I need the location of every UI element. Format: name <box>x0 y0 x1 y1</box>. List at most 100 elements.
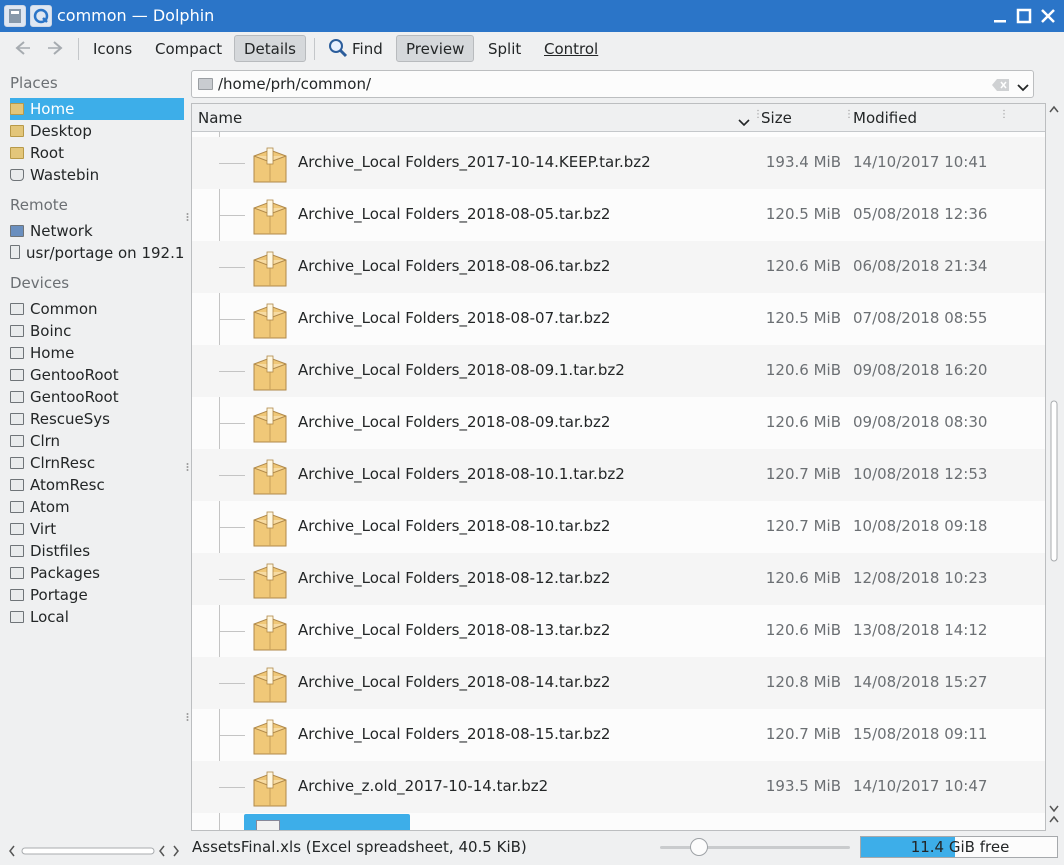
tree-branch <box>219 527 245 528</box>
clear-icon[interactable] <box>992 78 1010 96</box>
file-modified: 14/10/2017 10:47 <box>853 777 988 795</box>
device-item[interactable]: Common <box>10 298 184 320</box>
spreadsheet-icon <box>256 820 280 830</box>
device-item[interactable]: ClrnResc <box>10 452 184 474</box>
file-row[interactable]: Archive_Local Folders_2018-08-10.1.tar.b… <box>192 449 1045 501</box>
file-size: 120.6 MiB <box>765 361 841 379</box>
device-item[interactable]: GentooRoot <box>10 386 184 408</box>
compact-view-button[interactable]: Compact <box>145 35 232 62</box>
file-row[interactable]: Archive_Local Folders_2018-08-07.tar.bz2… <box>192 293 1045 345</box>
file-size: 120.5 MiB <box>765 205 841 223</box>
find-button[interactable]: Find <box>318 35 393 62</box>
icons-view-button[interactable]: Icons <box>83 35 142 62</box>
archive-file-icon <box>252 666 288 704</box>
minimize-icon[interactable] <box>990 6 1010 26</box>
places-item-desktop[interactable]: Desktop <box>10 120 184 142</box>
remote-item-portage[interactable]: usr/portage on 192.1 <box>10 242 184 264</box>
file-modified: 12/08/2018 10:23 <box>853 569 988 587</box>
device-item[interactable]: Portage <box>10 584 184 606</box>
desktop-folder-icon <box>10 125 24 137</box>
archive-file-icon <box>252 250 288 288</box>
title-bar[interactable]: common — Dolphin <box>0 0 1064 32</box>
device-item[interactable]: Distfiles <box>10 540 184 562</box>
drive-icon <box>10 501 24 513</box>
trash-icon <box>10 169 24 181</box>
panel-splitter-handle[interactable] <box>186 212 189 224</box>
devices-header: Devices <box>10 274 70 292</box>
file-row[interactable]: Archive_z.old_2017-10-14.tar.bz2 193.5 Mi… <box>192 761 1045 813</box>
file-modified: 06/08/2018 21:34 <box>853 257 988 275</box>
file-row[interactable]: Archive_Local Folders_2018-08-10.tar.bz2… <box>192 501 1045 553</box>
file-modified: 15/08/2018 09:11 <box>853 725 988 743</box>
column-resize-handle[interactable]: ⋮ <box>844 110 854 124</box>
split-button[interactable]: Split <box>478 35 531 62</box>
file-modified: 14/08/2018 15:27 <box>853 673 988 691</box>
device-item[interactable]: Packages <box>10 562 184 584</box>
file-row[interactable]: Archive_Local Folders_2018-08-14.tar.bz2… <box>192 657 1045 709</box>
zoom-slider-track[interactable] <box>660 846 850 849</box>
chevron-down-icon[interactable] <box>1017 79 1029 97</box>
column-resize-handle[interactable]: ⋮ <box>753 110 763 124</box>
archive-file-icon <box>252 770 288 808</box>
device-item[interactable]: Boinc <box>10 320 184 342</box>
file-size: 120.6 MiB <box>765 413 841 431</box>
remote-item-network[interactable]: Network <box>10 220 184 242</box>
places-item-root[interactable]: Root <box>10 142 184 164</box>
file-row[interactable]: Archive_Local Folders_2018-08-12.tar.bz2… <box>192 553 1045 605</box>
file-name: Archive_Local Folders_2018-08-10.tar.bz2 <box>298 517 611 535</box>
close-icon[interactable] <box>1038 6 1058 26</box>
forward-arrow-icon[interactable] <box>44 38 68 58</box>
location-path[interactable]: /home/prh/common/ <box>218 75 371 93</box>
location-bar[interactable]: /home/prh/common/ <box>191 70 1034 98</box>
control-menu-button[interactable]: Control <box>534 35 608 62</box>
maximize-icon[interactable] <box>1014 6 1034 26</box>
drive-icon <box>10 457 24 469</box>
file-row[interactable]: Archive_Local Folders_2017-10-14.KEEP.ta… <box>192 137 1045 189</box>
file-row[interactable]: Archive_Local Folders_2018-08-09.tar.bz2… <box>192 397 1045 449</box>
file-details-view[interactable]: Name ⋮ Size ⋮ Modified ⋮ Archive_Local F… <box>191 103 1046 831</box>
name-column-header[interactable]: Name <box>198 109 242 127</box>
column-resize-handle[interactable]: ⋮ <box>999 110 1009 124</box>
device-item[interactable]: Home <box>10 342 184 364</box>
selected-file-item[interactable] <box>244 814 410 830</box>
preview-button[interactable]: Preview <box>396 35 475 62</box>
device-item[interactable]: GentooRoot <box>10 364 184 386</box>
file-modified: 07/08/2018 08:55 <box>853 309 988 327</box>
file-modified: 10/08/2018 12:53 <box>853 465 988 483</box>
file-row[interactable]: Archive_Local Folders_2018-08-05.tar.bz2… <box>192 189 1045 241</box>
drive-icon <box>10 545 24 557</box>
tree-branch <box>219 475 245 476</box>
file-name: Archive_Local Folders_2018-08-09.1.tar.b… <box>298 361 625 379</box>
modified-column-header[interactable]: Modified <box>853 109 917 127</box>
details-view-button[interactable]: Details <box>234 35 307 62</box>
zoom-slider-handle[interactable] <box>690 838 708 856</box>
file-modified: 09/08/2018 16:20 <box>853 361 988 379</box>
size-column-header[interactable]: Size <box>761 109 792 127</box>
window-menu-icon[interactable] <box>4 5 26 27</box>
file-size: 120.7 MiB <box>765 465 841 483</box>
file-size: 120.8 MiB <box>765 673 841 691</box>
device-item[interactable]: Virt <box>10 518 184 540</box>
file-row[interactable]: Archive_Local Folders_2018-08-13.tar.bz2… <box>192 605 1045 657</box>
window-title: common — Dolphin <box>57 6 215 25</box>
file-name: Archive_Local Folders_2018-08-10.1.tar.b… <box>298 465 625 483</box>
file-size: 120.6 MiB <box>765 257 841 275</box>
file-name: Archive_z.old_2017-10-14.tar.bz2 <box>298 777 549 795</box>
panel-splitter-handle[interactable] <box>186 712 189 724</box>
file-row[interactable]: Archive_Local Folders_2018-08-06.tar.bz2… <box>192 241 1045 293</box>
file-row[interactable]: Archive_Local Folders_2018-08-09.1.tar.b… <box>192 345 1045 397</box>
panel-splitter-handle[interactable] <box>186 462 189 474</box>
device-item[interactable]: Local <box>10 606 184 628</box>
device-item[interactable]: Clrn <box>10 430 184 452</box>
file-name: Archive_Local Folders_2017-10-14.KEEP.ta… <box>298 153 651 171</box>
vertical-scrollbar[interactable] <box>1047 103 1061 831</box>
places-item-home[interactable]: Home <box>10 98 184 120</box>
file-size: 120.7 MiB <box>765 517 841 535</box>
device-item[interactable]: RescueSys <box>10 408 184 430</box>
places-item-wastebin[interactable]: Wastebin <box>10 164 184 186</box>
file-row[interactable]: Archive_Local Folders_2018-08-15.tar.bz2… <box>192 709 1045 761</box>
file-size: 120.6 MiB <box>765 569 841 587</box>
device-item[interactable]: Atom <box>10 496 184 518</box>
back-arrow-icon[interactable] <box>10 38 34 58</box>
device-item[interactable]: AtomResc <box>10 474 184 496</box>
